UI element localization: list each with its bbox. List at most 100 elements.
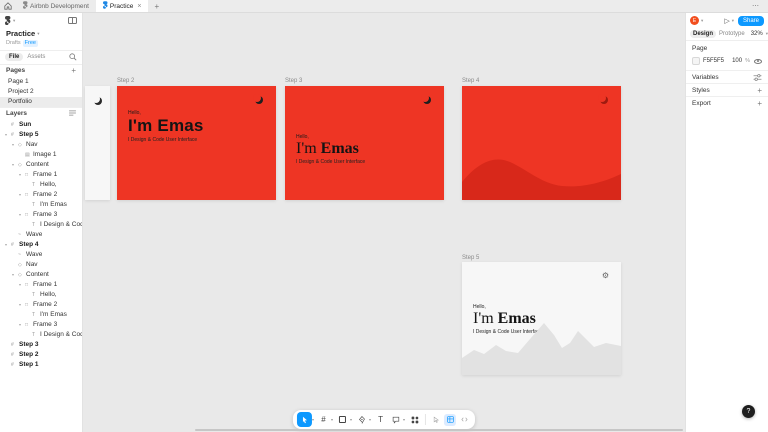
frame-label[interactable]: Step 2 (117, 78, 134, 84)
actions-tool[interactable] (407, 412, 422, 427)
layer-row[interactable]: T I Design & Code User Interface (0, 220, 82, 230)
frame-step-2[interactable]: Hello, I'm Emas I Design & Code User Int… (117, 86, 276, 200)
new-tab-button[interactable]: + (148, 0, 165, 12)
group-icon: ◇ (18, 141, 22, 148)
grid-toggle-icon[interactable] (444, 413, 457, 426)
canvas[interactable]: Step 2 Hello, I'm Emas I Design & Code U… (83, 13, 685, 432)
layer-name: Step 4 (19, 241, 39, 248)
layer-row[interactable]: T I Design & Code User Interface (0, 330, 82, 340)
page-color-swatch[interactable] (692, 57, 700, 65)
layer-row[interactable]: # Step 3 (0, 340, 82, 350)
tab-prototype[interactable]: Prototype (719, 31, 745, 37)
layer-row[interactable]: T I'm Emas (0, 310, 82, 320)
frame-label[interactable]: Step 4 (462, 78, 479, 84)
styles-section[interactable]: Styles + (686, 83, 768, 96)
frame-step-5[interactable]: ⚙ Hello, I'm Emas I Design & Code User I… (462, 262, 621, 375)
add-export-button[interactable]: + (757, 99, 762, 108)
page-list-item[interactable]: Portfolio (0, 96, 82, 107)
layer-row[interactable]: ▾ # Step 5 (0, 130, 82, 140)
project-title[interactable]: Practice (6, 29, 35, 38)
layer-row[interactable]: ~ Wave (0, 230, 82, 240)
frame-tool[interactable]: # (316, 412, 331, 427)
pen-tool[interactable] (354, 412, 369, 427)
visibility-eye-icon[interactable] (754, 58, 762, 64)
add-page-button[interactable]: + (71, 66, 76, 75)
page-color-hex[interactable]: F5F5F5 (703, 58, 724, 64)
help-button[interactable]: ? (742, 405, 755, 418)
layer-row[interactable]: ▾ □ Frame 1 (0, 280, 82, 290)
dev-toggle-icon[interactable] (458, 414, 470, 426)
close-tab-icon[interactable]: × (137, 3, 141, 10)
chevron-down-icon[interactable]: ▾ (13, 18, 15, 24)
shape-tool[interactable] (335, 412, 350, 427)
layer-row[interactable]: # Sun (0, 120, 82, 130)
more-menu-icon[interactable]: ⋯ (744, 0, 768, 12)
frame-label[interactable]: Step 5 (462, 255, 479, 261)
layer-row[interactable]: ▤ Image 1 (0, 150, 82, 160)
page-opacity-value[interactable]: 100 (732, 58, 742, 64)
layer-row[interactable]: ▾ ◇ Content (0, 270, 82, 280)
layer-row[interactable]: ◇ Nav (0, 260, 82, 270)
layer-row[interactable]: T I'm Emas (0, 200, 82, 210)
home-icon[interactable] (0, 0, 16, 12)
move-tool[interactable] (296, 412, 312, 427)
tab-file[interactable]: File (5, 53, 24, 61)
tab-practice[interactable]: Practice × (95, 0, 149, 12)
layer-row[interactable]: ▾ □ Frame 3 (0, 320, 82, 330)
frame-icon: # (11, 351, 14, 358)
export-section[interactable]: Export + (686, 96, 768, 109)
chevron-down-icon[interactable]: ▾ (331, 417, 333, 422)
avatar[interactable]: E (690, 16, 699, 25)
chevron-down-icon[interactable]: ▾ (369, 417, 371, 422)
text-icon: T (32, 201, 36, 208)
subframe-icon: □ (25, 281, 29, 288)
layer-row[interactable]: ▾ □ Frame 3 (0, 210, 82, 220)
comment-tool[interactable] (388, 412, 403, 427)
moon-icon (420, 94, 431, 104)
layer-name: Hello, (40, 181, 57, 188)
pages-header: Pages (6, 67, 26, 74)
layer-name: I Design & Code User Interface (40, 221, 82, 228)
layer-row[interactable]: ~ Wave (0, 250, 82, 260)
layer-row[interactable]: ▾ ◇ Content (0, 160, 82, 170)
tab-airbnb-development[interactable]: Airbnb Development (16, 0, 96, 12)
layer-row[interactable]: ▾ # Step 4 (0, 240, 82, 250)
chevron-down-icon[interactable]: ▾ (701, 18, 703, 24)
chevron-down-icon[interactable]: ▾ (312, 417, 314, 422)
page-list-item[interactable]: Page 1 (0, 77, 82, 87)
layer-row[interactable]: T Hello, (0, 290, 82, 300)
share-button[interactable]: Share (737, 15, 764, 26)
pointer-toggle-icon[interactable] (430, 414, 442, 426)
layer-row[interactable]: # Step 2 (0, 350, 82, 360)
layers-options-icon[interactable] (69, 109, 76, 118)
present-play-icon[interactable]: ▷ (724, 17, 729, 25)
text-tool[interactable]: T (373, 412, 388, 427)
chevron-down-icon[interactable]: ▾ (350, 417, 352, 422)
chevron-down-icon[interactable]: ▾ (732, 18, 734, 24)
layer-row[interactable]: T Hello, (0, 180, 82, 190)
variables-section[interactable]: Variables (686, 70, 768, 83)
frame-step-1-partial[interactable] (85, 86, 110, 200)
wave-shape (462, 159, 621, 200)
zoom-level[interactable]: 32% (751, 31, 763, 37)
layer-row[interactable]: ▾ □ Frame 2 (0, 300, 82, 310)
layer-row[interactable]: ▾ □ Frame 1 (0, 170, 82, 180)
chevron-down-icon[interactable]: ▾ (37, 31, 39, 37)
frame-step-4[interactable] (462, 86, 621, 200)
tab-design[interactable]: Design (690, 30, 717, 38)
layer-row[interactable]: # Step 1 (0, 360, 82, 370)
layer-row[interactable]: ▾ ◇ Nav (0, 140, 82, 150)
frame-icon: # (11, 131, 14, 138)
chevron-down-icon[interactable]: ▾ (403, 417, 405, 422)
frame-step-3[interactable]: Hello, I'm Emas I Design & Code User Int… (285, 86, 444, 200)
page-name: Project 2 (8, 88, 34, 95)
right-sidebar: E ▾ ▷ ▾ Share Design Prototype 32% ▾ Pag… (685, 13, 768, 432)
toggle-panel-icon[interactable] (68, 17, 77, 24)
horizontal-scrollbar[interactable] (195, 428, 683, 431)
tab-assets[interactable]: Assets (27, 54, 45, 60)
page-name: Page 1 (8, 78, 29, 85)
add-style-button[interactable]: + (757, 86, 762, 95)
layer-row[interactable]: ▾ □ Frame 2 (0, 190, 82, 200)
page-list-item[interactable]: Project 2 (0, 87, 82, 97)
frame-label[interactable]: Step 3 (285, 78, 302, 84)
